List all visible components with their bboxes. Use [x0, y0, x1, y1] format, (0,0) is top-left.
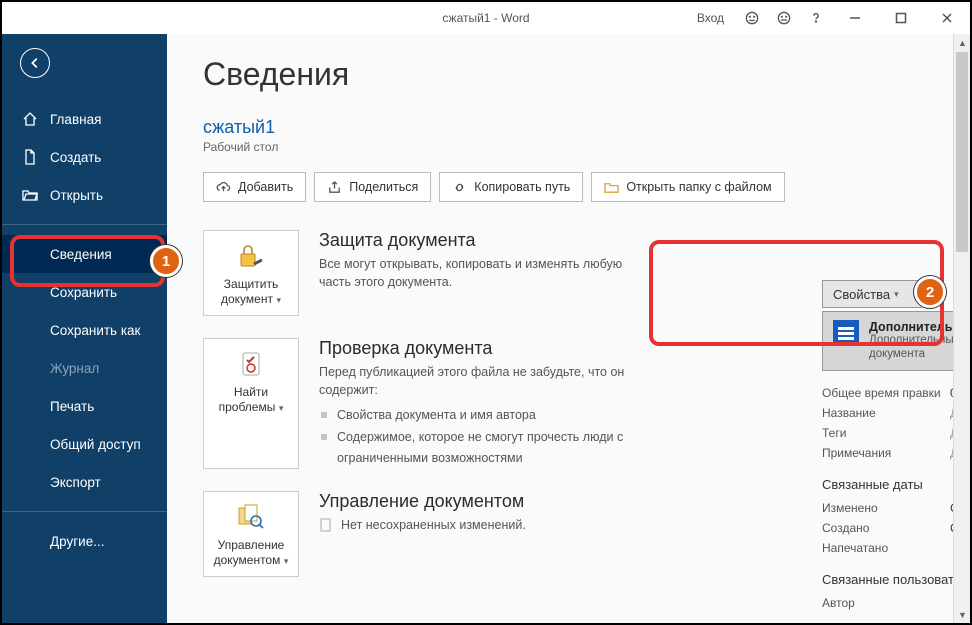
sidebar-item-more[interactable]: Другие... [2, 522, 167, 560]
inspect-desc: Перед публикацией этого файла не забудьт… [319, 363, 631, 399]
sidebar-item-label: Другие... [50, 534, 104, 549]
related-people-heading: Связанные пользователи [822, 572, 970, 587]
titlebar-controls: Вход [697, 2, 970, 34]
sidebar-item-label: Создать [50, 150, 101, 165]
sidebar-item-print[interactable]: Печать [2, 387, 167, 425]
chevron-down-icon: ▾ [274, 295, 281, 305]
link-icon [452, 180, 467, 195]
related-dates-heading: Связанные даты [822, 477, 970, 492]
manage-icon [236, 502, 266, 532]
sidebar-divider [2, 224, 167, 225]
backstage-sidebar: Главная Создать Открыть Сведения Сохрани… [2, 34, 167, 623]
properties-dropdown-button[interactable]: Свойства ▾ [822, 280, 922, 308]
chevron-down-icon: ▾ [281, 556, 288, 566]
maximize-button[interactable] [878, 2, 924, 34]
protect-desc: Все могут открывать, копировать и изменя… [319, 255, 631, 291]
sidebar-item-history: Журнал [2, 349, 167, 387]
protect-title: Защита документа [319, 230, 631, 251]
chevron-down-icon: ▾ [276, 403, 283, 413]
open-folder-button[interactable]: Открыть папку с файлом [591, 172, 784, 202]
sidebar-divider [2, 511, 167, 512]
minimize-button[interactable] [832, 2, 878, 34]
sidebar-item-label: Журнал [50, 361, 99, 376]
sidebar-item-info[interactable]: Сведения [2, 235, 167, 273]
help-icon[interactable] [800, 2, 832, 34]
sidebar-item-label: Общий доступ [50, 437, 141, 452]
document-location: Рабочий стол [203, 140, 970, 154]
sidebar-item-new[interactable]: Создать [2, 138, 167, 176]
sidebar-item-label: Сведения [50, 247, 112, 262]
sidebar-item-home[interactable]: Главная [2, 100, 167, 138]
scroll-down-arrow[interactable]: ▼ [954, 606, 970, 623]
cloud-upload-icon [216, 180, 231, 195]
advanced-properties-item[interactable]: Дополнительные свойства Дополнительные с… [823, 312, 970, 370]
folder-open-icon [22, 187, 38, 203]
close-button[interactable] [924, 2, 970, 34]
lock-icon [236, 241, 266, 271]
checklist-icon [237, 349, 265, 379]
sidebar-item-label: Сохранить как [50, 323, 140, 338]
copy-path-button[interactable]: Копировать путь [439, 172, 583, 202]
share-icon [327, 180, 342, 195]
inspect-item: Содержимое, которое не смогут прочесть л… [319, 427, 631, 470]
sidebar-item-label: Экспорт [50, 475, 101, 490]
window-title: сжатый1 - Word [442, 11, 529, 25]
protect-document-button[interactable]: Защитить документ ▾ [203, 230, 299, 316]
sidebar-item-export[interactable]: Экспорт [2, 463, 167, 501]
property-table: Общее время правки0 мин НазваниеДобавить… [822, 383, 970, 613]
action-row: Добавить Поделиться Копировать путь Откр… [203, 172, 970, 202]
inspect-document-button[interactable]: Найти проблемы ▾ [203, 338, 299, 469]
sidebar-item-save[interactable]: Сохранить [2, 273, 167, 311]
protect-section: Защитить документ ▾ Защита документа Все… [203, 230, 631, 316]
document-icon [22, 149, 38, 165]
sidebar-item-label: Печать [50, 399, 94, 414]
home-icon [22, 111, 38, 127]
page-heading: Сведения [203, 56, 970, 93]
manage-document-button[interactable]: Управление документом ▾ [203, 491, 299, 577]
sidebar-item-label: Сохранить [50, 285, 117, 300]
folder-icon [604, 180, 619, 195]
sidebar-item-label: Открыть [50, 188, 103, 203]
frown-icon[interactable] [768, 2, 800, 34]
sidebar-item-open[interactable]: Открыть [2, 176, 167, 214]
manage-section: Управление документом ▾ Управление докум… [203, 491, 631, 577]
titlebar: сжатый1 - Word Вход [2, 2, 970, 34]
sign-in-link[interactable]: Вход [697, 11, 724, 25]
annotation-badge-2: 2 [914, 276, 946, 308]
upload-button[interactable]: Добавить [203, 172, 306, 202]
scrollbar-thumb[interactable] [956, 52, 968, 252]
properties-list-icon [833, 320, 859, 346]
annotation-badge-1: 1 [150, 245, 182, 277]
manage-desc: Нет несохраненных изменений. [341, 516, 526, 534]
share-button[interactable]: Поделиться [314, 172, 431, 202]
sidebar-item-share[interactable]: Общий доступ [2, 425, 167, 463]
chevron-down-icon: ▾ [894, 289, 899, 300]
sidebar-item-label: Главная [50, 112, 101, 127]
document-small-icon [319, 518, 333, 532]
document-name: сжатый1 [203, 117, 970, 138]
inspect-section: Найти проблемы ▾ Проверка документа Пере… [203, 338, 631, 469]
back-button[interactable] [20, 48, 50, 78]
sidebar-item-save-as[interactable]: Сохранить как [2, 311, 167, 349]
content-pane: Сведения сжатый1 Рабочий стол Добавить П… [167, 34, 970, 623]
properties-panel: Свойства ▾ Дополнительные свойства Допол… [822, 280, 970, 613]
properties-dropdown-menu: Дополнительные свойства Дополнительные с… [822, 311, 970, 371]
smile-icon[interactable] [736, 2, 768, 34]
scroll-up-arrow[interactable]: ▲ [954, 34, 970, 51]
manage-title: Управление документом [319, 491, 526, 512]
inspect-item: Свойства документа и имя автора [319, 405, 631, 426]
app-window: сжатый1 - Word Вход Главная Создать [0, 0, 972, 625]
vertical-scrollbar[interactable]: ▲ ▼ [953, 34, 970, 623]
inspect-title: Проверка документа [319, 338, 631, 359]
